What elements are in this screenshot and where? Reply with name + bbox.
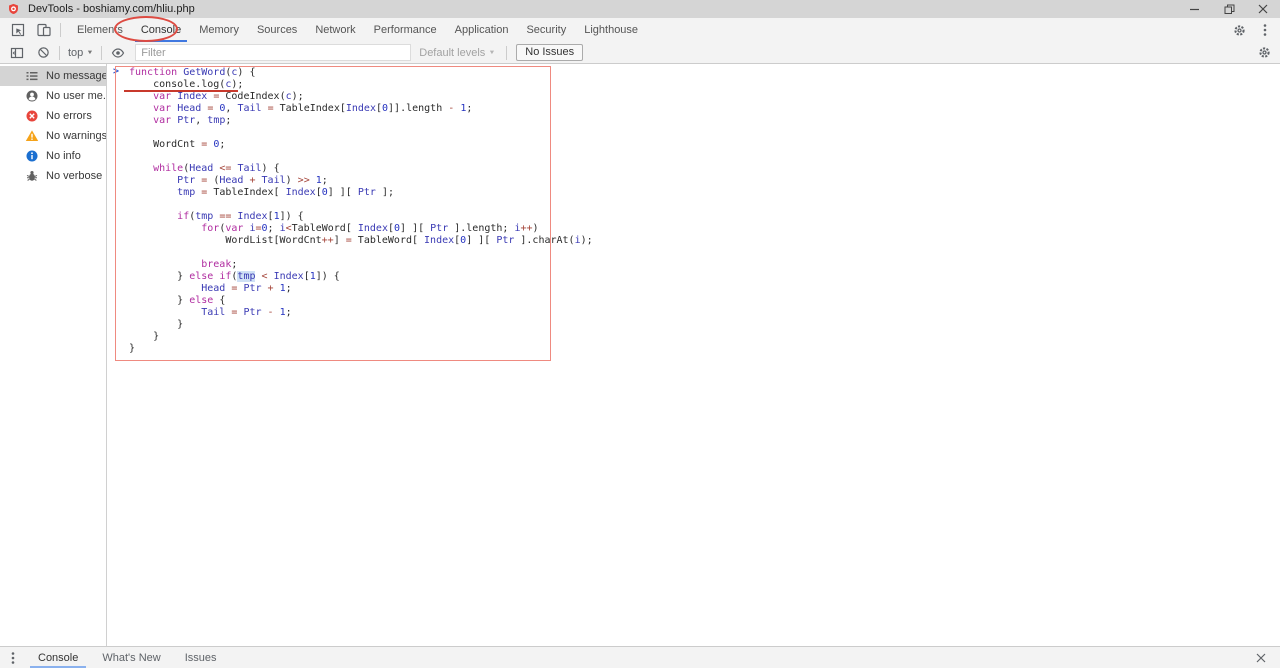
sidebar-item-label: No info: [46, 150, 81, 162]
sidebar-item-no-warnings[interactable]: No warnings: [0, 126, 106, 146]
code-line: tmp = TableIndex[ Index[0] ][ Ptr ];: [129, 187, 593, 199]
code-line: [129, 199, 593, 211]
device-toolbar-icon[interactable]: [31, 19, 57, 41]
kebab-menu-icon[interactable]: [1252, 19, 1278, 41]
tab-performance[interactable]: Performance: [365, 18, 446, 42]
warning-icon: [25, 129, 39, 143]
sidebar-item-label: No messages: [46, 70, 106, 82]
console-panel: No messages No user me... No errors No warn…: [0, 64, 1280, 646]
code-line: for(var i=0; i<TableWord[ Index[0] ][ Pt…: [129, 223, 593, 235]
code-line: function GetWord(c) {: [129, 67, 593, 79]
drawer-tab-what-s-new[interactable]: What's New: [90, 647, 172, 668]
drawer-tab-issues[interactable]: Issues: [173, 647, 229, 668]
no-issues-button[interactable]: No Issues: [516, 44, 583, 61]
code-line: while(Head <= Tail) {: [129, 163, 593, 175]
tab-memory[interactable]: Memory: [190, 18, 248, 42]
console-messages-area[interactable]: > function GetWord(c) { console.log(c); …: [107, 64, 1280, 646]
filter-input[interactable]: [135, 44, 411, 61]
sidebar-item-no-user-me-[interactable]: No user me...: [0, 86, 106, 106]
code-line: }: [129, 331, 593, 343]
chevron-down-icon: ▼: [489, 50, 496, 56]
live-expression-eye-icon[interactable]: [105, 42, 131, 64]
drawer-kebab-menu-icon[interactable]: [0, 648, 26, 668]
chevron-down-icon: ▼: [87, 50, 94, 56]
close-window-button[interactable]: [1246, 0, 1280, 18]
context-label: top: [68, 47, 83, 59]
error-icon: [25, 109, 39, 123]
separator: [101, 46, 102, 60]
separator: [506, 46, 507, 60]
code-line: break;: [129, 259, 593, 271]
window-titlebar: DevTools - boshiamy.com/hliu.php: [0, 0, 1280, 18]
minimize-button[interactable]: [1178, 0, 1212, 18]
messages-list-icon: [25, 69, 39, 83]
devtools-tabs: ElementsConsoleMemorySourcesNetworkPerfo…: [68, 18, 647, 42]
sidebar-item-no-info[interactable]: No info: [0, 146, 106, 166]
code-line: console.log(c);: [129, 79, 593, 91]
sidebar-item-label: No verbose: [46, 170, 102, 182]
tab-sources[interactable]: Sources: [248, 18, 306, 42]
code-line: [129, 127, 593, 139]
drawer-tabs: ConsoleWhat's NewIssues: [26, 647, 229, 668]
sidebar-item-no-messages[interactable]: No messages: [0, 66, 106, 86]
console-sidebar-toggle-icon[interactable]: [4, 42, 30, 64]
code-line: Head = Ptr + 1;: [129, 283, 593, 295]
settings-gear-icon[interactable]: [1226, 19, 1252, 41]
drawer-bar: ConsoleWhat's NewIssues: [0, 646, 1280, 668]
sidebar-item-label: No warnings: [46, 130, 106, 142]
code-line: if(tmp == Index[1]) {: [129, 211, 593, 223]
restore-button[interactable]: [1212, 0, 1246, 18]
devtools-shield-icon: [7, 3, 20, 16]
console-input-code[interactable]: function GetWord(c) { console.log(c); va…: [107, 67, 593, 355]
console-sidebar: No messages No user me... No errors No warn…: [0, 64, 107, 646]
code-line: } else {: [129, 295, 593, 307]
user-icon: [25, 89, 39, 103]
separator: [59, 46, 60, 60]
code-line: }: [129, 343, 593, 355]
drawer-tab-console[interactable]: Console: [26, 647, 90, 668]
code-line: [129, 151, 593, 163]
tab-application[interactable]: Application: [446, 18, 518, 42]
code-line: WordCnt = 0;: [129, 139, 593, 151]
console-toolbar: top ▼ Default levels ▼ No Issues: [0, 42, 1280, 64]
context-selector[interactable]: top ▼: [63, 47, 98, 59]
separator: [60, 23, 61, 37]
code-line: Ptr = (Head + Tail) >> 1;: [129, 175, 593, 187]
bug-icon: [25, 169, 39, 183]
code-line: var Head = 0, Tail = TableIndex[Index[0]…: [129, 103, 593, 115]
code-line: Tail = Ptr - 1;: [129, 307, 593, 319]
code-line: var Ptr, tmp;: [129, 115, 593, 127]
code-line: var Index = CodeIndex(c);: [129, 91, 593, 103]
tab-console[interactable]: Console: [132, 18, 190, 42]
sidebar-item-no-verbose[interactable]: No verbose: [0, 166, 106, 186]
tab-lighthouse[interactable]: Lighthouse: [575, 18, 647, 42]
log-levels-label: Default levels: [419, 47, 485, 59]
sidebar-item-label: No errors: [46, 110, 92, 122]
tab-network[interactable]: Network: [306, 18, 364, 42]
sidebar-item-label: No user me...: [46, 90, 106, 102]
code-line: }: [129, 319, 593, 331]
inspect-element-icon[interactable]: [5, 19, 31, 41]
window-title: DevTools - boshiamy.com/hliu.php: [28, 3, 195, 15]
devtools-tabstrip: ElementsConsoleMemorySourcesNetworkPerfo…: [0, 18, 1280, 42]
code-line: WordList[WordCnt++] = TableWord[ Index[0…: [129, 235, 593, 247]
code-line: } else if(tmp < Index[1]) {: [129, 271, 593, 283]
console-settings-gear-icon[interactable]: [1251, 42, 1277, 64]
log-levels-dropdown[interactable]: Default levels ▼: [411, 47, 503, 59]
sidebar-item-no-errors[interactable]: No errors: [0, 106, 106, 126]
info-icon: [25, 149, 39, 163]
clear-console-icon[interactable]: [30, 42, 56, 64]
close-drawer-icon[interactable]: [1248, 648, 1274, 668]
tab-elements[interactable]: Elements: [68, 18, 132, 42]
code-line: [129, 247, 593, 259]
tab-security[interactable]: Security: [517, 18, 575, 42]
